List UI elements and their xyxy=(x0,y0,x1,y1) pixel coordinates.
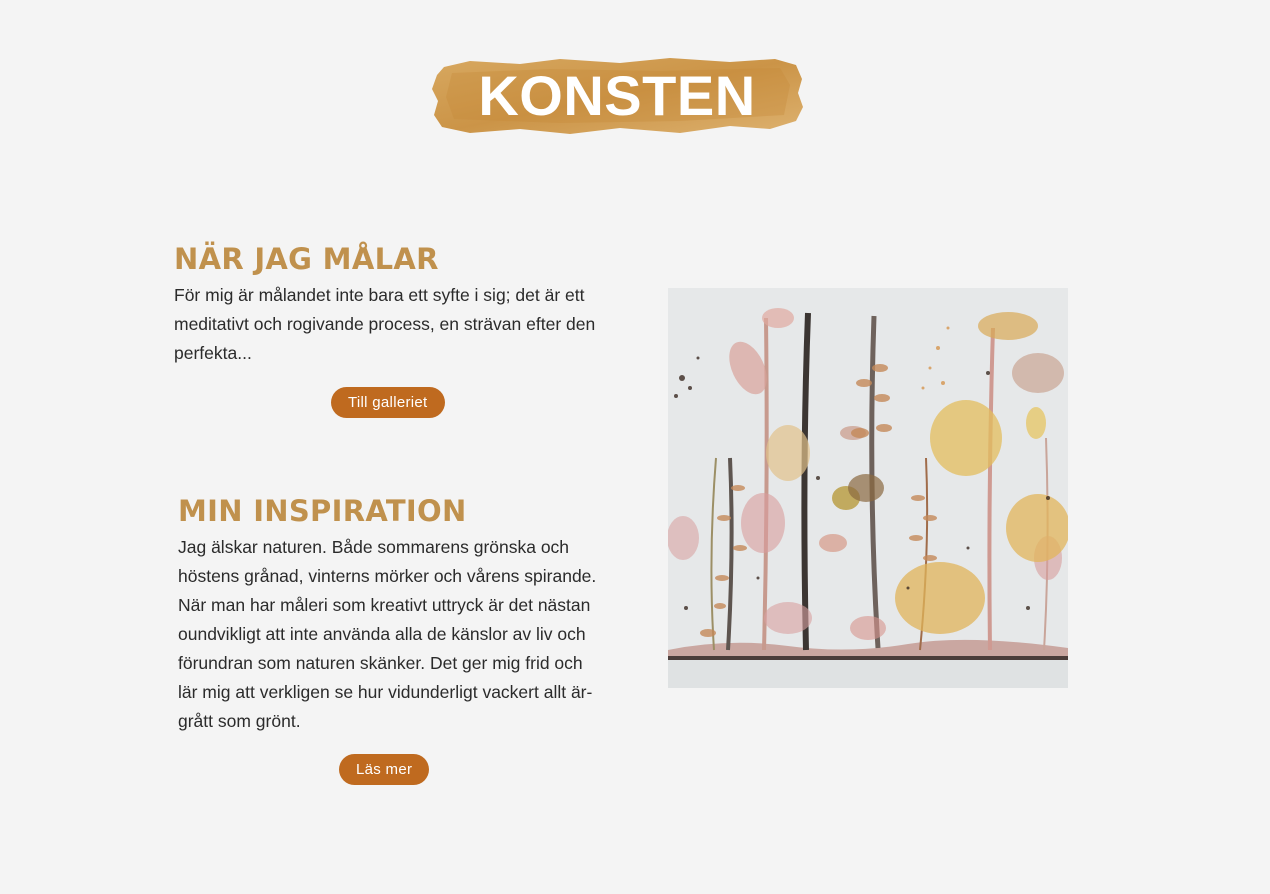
gallery-button[interactable]: Till galleriet xyxy=(331,387,445,418)
section-min-inspiration: MIN INSPIRATION Jag älskar naturen. Både… xyxy=(178,493,598,736)
read-more-button[interactable]: Läs mer xyxy=(339,754,430,785)
section-heading: NÄR JAG MÅLAR xyxy=(174,242,439,276)
section-nar-jag-malar: NÄR JAG MÅLAR För mig är målandet inte b… xyxy=(174,241,619,368)
section-heading: MIN INSPIRATION xyxy=(178,494,467,528)
section-text: För mig är målandet inte bara ett syfte … xyxy=(174,285,596,363)
page-title-banner: KONSTEN xyxy=(430,55,804,137)
artwork-image xyxy=(667,288,1070,688)
watercolor-botanical-painting xyxy=(667,288,1070,688)
page-title: KONSTEN xyxy=(478,64,756,127)
section-text: Jag älskar naturen. Både sommarens gröns… xyxy=(178,537,597,731)
